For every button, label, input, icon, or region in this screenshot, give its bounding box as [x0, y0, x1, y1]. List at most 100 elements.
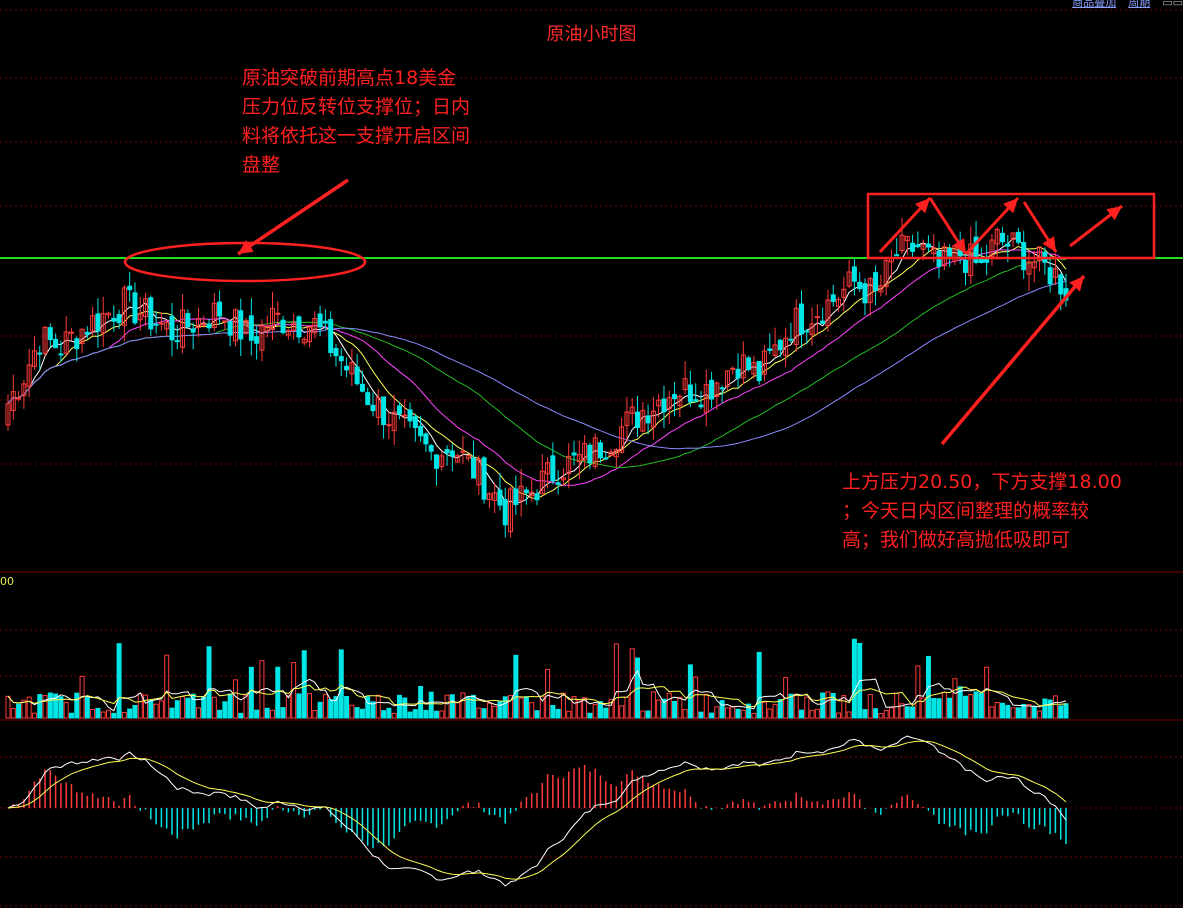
- volume-bar: [217, 709, 223, 719]
- volume-bar: [1058, 705, 1064, 719]
- volume-bar: [888, 707, 894, 719]
- candle-body: [523, 489, 529, 494]
- volume-bar: [412, 709, 418, 719]
- volume-bar: [1010, 707, 1016, 719]
- volume-bar: [349, 704, 355, 719]
- volume-bar: [1047, 699, 1053, 719]
- volume-bar: [978, 692, 984, 719]
- candle-body: [799, 303, 804, 335]
- volume-bar: [989, 706, 995, 719]
- volume-bar: [941, 692, 947, 719]
- candle-body: [804, 330, 810, 333]
- candle-body: [672, 394, 678, 400]
- candle-body: [730, 367, 736, 370]
- volume-bar: [497, 700, 503, 719]
- volume-bar: [772, 703, 778, 719]
- candle-body: [1047, 267, 1053, 285]
- toolbar-item-period[interactable]: 周期: [1128, 0, 1150, 10]
- volume-bar: [10, 708, 16, 719]
- volume-bar: [201, 696, 207, 719]
- candle-body: [851, 266, 857, 282]
- candle-body: [354, 366, 360, 385]
- window-controls-icon[interactable]: ▭▭: [1162, 0, 1183, 9]
- candle-body: [814, 316, 820, 319]
- volume-bar: [402, 697, 408, 719]
- toolbar-item-overlay[interactable]: 商品叠加: [1072, 0, 1116, 10]
- ma60-line: [7, 280, 1067, 450]
- volume-bar: [894, 692, 900, 719]
- candle-body: [190, 328, 196, 333]
- candle-body: [635, 411, 641, 428]
- candle-body: [153, 323, 159, 326]
- volume-bar: [391, 712, 397, 719]
- volume-bar: [254, 709, 260, 719]
- volume-bar: [95, 707, 101, 719]
- volume-bar: [534, 710, 540, 719]
- volume-ma-line: [7, 684, 1067, 708]
- candle-body: [910, 242, 916, 252]
- volume-bar: [724, 707, 730, 719]
- volume-bar: [354, 707, 360, 719]
- volume-bar: [132, 705, 138, 719]
- volume-bar: [1042, 698, 1048, 719]
- candle-body: [1015, 231, 1021, 243]
- candle-body: [132, 292, 138, 324]
- candle-body: [317, 313, 323, 328]
- volume-bar: [698, 711, 704, 719]
- volume-bar: [1021, 703, 1027, 719]
- volume-bar: [931, 697, 937, 719]
- volume-bar: [460, 692, 466, 719]
- volume-bar: [386, 707, 392, 719]
- volume-bar: [719, 700, 725, 719]
- candle-body: [148, 297, 154, 330]
- candle-body: [449, 450, 455, 457]
- candle-body: [37, 352, 43, 355]
- volume-bar: [968, 694, 974, 719]
- candle-body: [95, 313, 101, 332]
- volume-bar: [883, 709, 889, 719]
- candle-body: [873, 272, 879, 292]
- candle-body: [709, 379, 715, 400]
- candle-body: [84, 331, 90, 335]
- volume-bar: [174, 700, 180, 719]
- volume-bar: [703, 693, 709, 719]
- candle-body: [767, 348, 773, 351]
- candle-body: [370, 404, 376, 412]
- volume-bar: [243, 695, 249, 719]
- volume-bar: [735, 708, 741, 719]
- candle-body: [407, 409, 413, 422]
- volume-bar: [164, 654, 170, 719]
- candle-body: [396, 405, 402, 415]
- volume-bar: [476, 707, 482, 719]
- volume-bar: [63, 701, 69, 719]
- volume-bar: [603, 707, 609, 719]
- volume-bar: [709, 712, 715, 719]
- volume-bar: [777, 699, 783, 719]
- volume-bar: [740, 709, 746, 719]
- arrow-head: [1106, 206, 1122, 221]
- volume-bar: [227, 693, 233, 719]
- volume-bar: [624, 696, 630, 719]
- volume-bar: [338, 649, 344, 719]
- volume-bar: [449, 694, 455, 719]
- candle-body: [185, 313, 191, 328]
- candle-body: [550, 455, 556, 482]
- volume-bar: [952, 678, 958, 719]
- volume-bar: [767, 708, 773, 719]
- volume-bar: [481, 708, 487, 719]
- volume-panel: [5, 638, 1069, 719]
- candle-body: [412, 416, 418, 428]
- volume-bar: [994, 701, 1000, 719]
- arrow-shaft: [940, 274, 1086, 446]
- price-chart: [0, 9, 1183, 907]
- volume-bar: [328, 699, 334, 719]
- volume-bar: [693, 676, 699, 719]
- volume-bar: [322, 693, 328, 719]
- volume-bar: [37, 694, 43, 719]
- volume-bar: [550, 704, 556, 719]
- right-annotation: 上方压力20.50，下方支撑18.00 ；今天日内区间整理的概率较 高；我们做好…: [842, 468, 1122, 555]
- volume-bar: [560, 692, 566, 719]
- volume-bar: [344, 695, 350, 719]
- volume-bar: [804, 696, 810, 719]
- candle-body: [497, 489, 503, 506]
